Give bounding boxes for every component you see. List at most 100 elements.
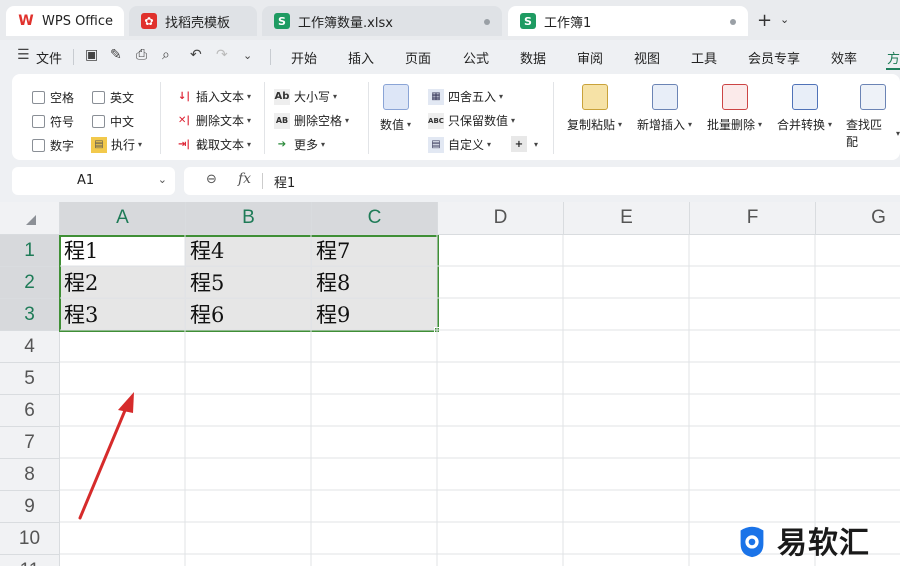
row-header-4[interactable]: 4 — [0, 331, 60, 363]
cell-c2[interactable]: 程8 — [312, 267, 438, 299]
column-header-c[interactable]: C — [312, 202, 438, 235]
add-custom-button[interactable]: + ▾ — [511, 136, 538, 152]
execute-button[interactable]: ▤ 执行 ▾ — [91, 136, 142, 153]
unsaved-dot-icon[interactable] — [484, 19, 490, 25]
chevron-down-icon: ▾ — [618, 120, 623, 129]
tab-wps-office[interactable]: W WPS Office — [6, 6, 124, 36]
fill-handle[interactable] — [434, 327, 440, 333]
menu-home[interactable]: 开始 — [291, 48, 317, 67]
cell-b1[interactable]: 程4 — [186, 235, 312, 267]
batch-delete-button[interactable]: 批量删除 ▾ — [707, 84, 762, 133]
menu-view[interactable]: 视图 — [634, 48, 660, 67]
formula-input[interactable]: ⊖ fx 程1 — [184, 167, 900, 195]
menu-tools[interactable]: 工具 — [691, 48, 717, 67]
new-tab-plus-icon[interactable]: + — [757, 10, 772, 31]
cell-c3[interactable]: 程9 — [312, 299, 438, 331]
column-header-e[interactable]: E — [564, 202, 690, 235]
print-icon[interactable]: ⎙ — [136, 47, 147, 63]
cell-c1[interactable]: 程7 — [312, 235, 438, 267]
round-button[interactable]: ▦ 四舍五入 ▾ — [428, 88, 503, 105]
cell-a3[interactable]: 程3 — [60, 299, 186, 331]
values-button[interactable]: 数值 ▾ — [380, 84, 411, 133]
checkbox-chinese[interactable]: 中文 — [92, 113, 134, 130]
button-label: 截取文本 — [196, 138, 245, 152]
checkbox-box[interactable] — [92, 115, 105, 128]
chevron-down-icon[interactable]: ⌄ — [158, 173, 167, 186]
merge-icon — [791, 84, 818, 110]
column-header-b[interactable]: B — [186, 202, 312, 235]
fx-icon[interactable]: fx — [238, 171, 251, 187]
checkbox-box[interactable] — [32, 139, 45, 152]
unsaved-dot-icon[interactable] — [730, 19, 736, 25]
name-box[interactable]: A1 ⌄ — [12, 167, 175, 195]
insert-text-button[interactable]: ↓| 插入文本 ▾ — [176, 88, 251, 105]
copy-paste-button[interactable]: 复制粘贴 ▾ — [567, 84, 622, 133]
row-header-7[interactable]: 7 — [0, 427, 60, 459]
menu-formula[interactable]: 公式 — [463, 48, 489, 67]
more-button[interactable]: ➔ 更多 ▾ — [274, 136, 325, 153]
hamburger-menu-icon[interactable]: ☰ — [17, 47, 30, 63]
cell-b2[interactable]: 程5 — [186, 267, 312, 299]
add-insert-button[interactable]: 新增插入 ▾ — [637, 84, 692, 133]
arrow-right-icon: ➔ — [277, 139, 287, 150]
checkbox-english[interactable]: 英文 — [92, 89, 134, 106]
cell-b3[interactable]: 程6 — [186, 299, 312, 331]
row-header-1[interactable]: 1 — [0, 235, 60, 267]
custom-button[interactable]: ▤ 自定义 ▾ — [428, 136, 491, 153]
print-preview-icon[interactable]: ⌕ — [162, 47, 170, 63]
format-painter-icon[interactable]: ✎ — [110, 47, 122, 63]
select-all-corner[interactable] — [0, 202, 60, 235]
checkbox-space[interactable]: 空格 — [32, 89, 74, 106]
divider — [262, 173, 263, 189]
redo-icon[interactable]: ↷ — [216, 47, 228, 63]
row-header-10[interactable]: 10 — [0, 523, 60, 555]
menu-file[interactable]: 文件 — [36, 48, 62, 67]
row-header-5[interactable]: 5 — [0, 363, 60, 395]
column-header-d[interactable]: D — [438, 202, 564, 235]
menu-insert[interactable]: 插入 — [348, 48, 374, 67]
checkbox-number[interactable]: 数字 — [32, 137, 74, 154]
cell-a2[interactable]: 程2 — [60, 267, 186, 299]
checkbox-symbol[interactable]: 符号 — [32, 113, 74, 130]
find-match-button[interactable]: 查找匹配 ▾ — [846, 84, 900, 150]
column-header-f[interactable]: F — [690, 202, 816, 235]
insert-text-icon: ↓| — [177, 91, 191, 102]
column-header-a[interactable]: A — [60, 202, 186, 235]
checkbox-box[interactable] — [32, 115, 45, 128]
row-header-2[interactable]: 2 — [0, 267, 60, 299]
chevron-down-icon[interactable]: ⌄ — [243, 49, 252, 62]
row-header-3[interactable]: 3 — [0, 299, 60, 331]
chevron-down-icon: ▾ — [487, 140, 492, 149]
extract-text-button[interactable]: ⇥| 截取文本 ▾ — [176, 136, 251, 153]
checkbox-box[interactable] — [92, 91, 105, 104]
tab-workbook1[interactable]: S 工作簿1 — [508, 6, 748, 36]
menu-efficiency[interactable]: 效率 — [831, 48, 857, 67]
tab-workbook-xlsx[interactable]: S 工作簿数量.xlsx — [262, 6, 502, 36]
row-header-8[interactable]: 8 — [0, 459, 60, 491]
chevron-down-icon[interactable]: ⌄ — [780, 13, 789, 26]
undo-icon[interactable]: ↶ — [190, 47, 202, 63]
row-header-11[interactable]: 11 — [0, 555, 60, 566]
menu-member[interactable]: 会员专享 — [748, 48, 800, 67]
zoom-icon[interactable]: ⊖ — [206, 172, 217, 187]
menu-review[interactable]: 审阅 — [577, 48, 603, 67]
checkbox-box[interactable] — [32, 91, 45, 104]
row-header-6[interactable]: 6 — [0, 395, 60, 427]
button-label: 插入文本 — [196, 90, 245, 104]
cell-a1[interactable]: 程1 — [60, 235, 186, 267]
delete-space-button[interactable]: AB 删除空格 ▾ — [274, 112, 349, 129]
tab-template[interactable]: ✿ 找稻壳模板 — [129, 6, 257, 36]
case-button[interactable]: Ab 大小写 ▾ — [274, 88, 337, 105]
tab-label: 找稻壳模板 — [165, 15, 231, 31]
merge-convert-button[interactable]: 合并转换 ▾ — [777, 84, 832, 133]
menu-data[interactable]: 数据 — [520, 48, 546, 67]
button-label: 数值 — [380, 118, 405, 132]
save-icon[interactable]: ▣ — [85, 47, 98, 63]
column-header-g[interactable]: G — [816, 202, 900, 235]
keep-values-button[interactable]: ABC 只保留数值 ▾ — [428, 112, 515, 129]
spreadsheet-grid[interactable]: A B C D E F G 1 2 3 4 5 6 7 8 9 10 11 程1… — [0, 202, 900, 566]
menu-fangge[interactable]: 方 — [887, 48, 900, 67]
menu-page[interactable]: 页面 — [405, 48, 431, 67]
row-header-9[interactable]: 9 — [0, 491, 60, 523]
delete-text-button[interactable]: ✕| 删除文本 ▾ — [176, 112, 251, 129]
